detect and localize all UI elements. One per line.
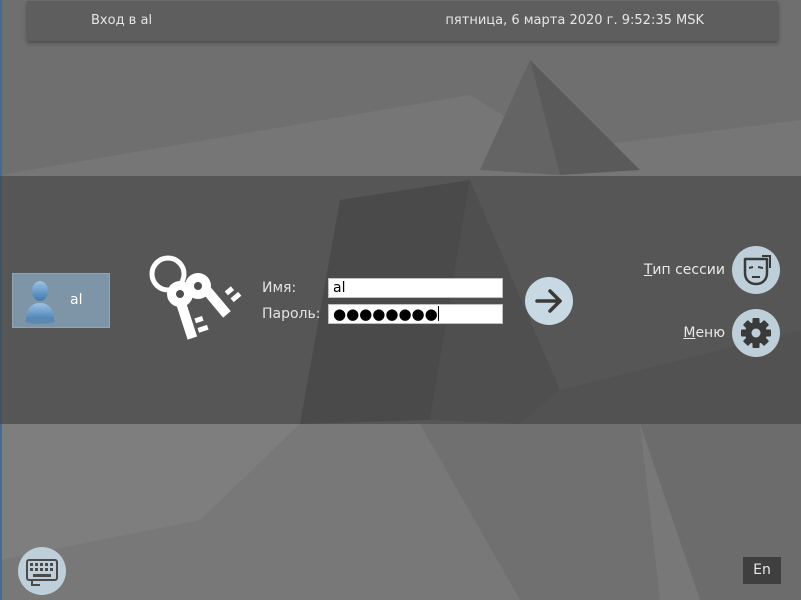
virtual-keyboard-button[interactable] — [18, 547, 66, 595]
mask-icon — [743, 255, 771, 286]
arrow-right-icon — [535, 289, 562, 313]
login-panel — [0, 176, 801, 424]
menu-link[interactable]: Меню — [683, 325, 725, 341]
password-label: Пароль: — [262, 306, 321, 322]
top-bar: Вход в al пятница, 6 марта 2020 г. 9:52:… — [27, 1, 778, 41]
password-mask: ●●●●●●●● — [333, 305, 438, 323]
login-title: Вход в al — [91, 13, 153, 28]
name-field[interactable]: al — [328, 278, 503, 298]
date-time: пятница, 6 марта 2020 г. 9:52:35 MSK — [445, 13, 704, 28]
session-type-label: ип сессии — [652, 262, 725, 278]
session-type-link[interactable]: Тип сессии — [644, 262, 725, 278]
keys-icon — [148, 252, 244, 356]
name-label: Имя: — [262, 280, 297, 296]
session-type-button[interactable] — [732, 246, 780, 294]
menu-button[interactable] — [732, 309, 780, 357]
user-card-al[interactable]: al — [12, 273, 110, 328]
user-avatar-icon — [22, 278, 58, 328]
keyboard-icon — [26, 559, 58, 586]
gear-icon — [741, 318, 771, 348]
keyboard-layout-indicator[interactable]: En — [743, 557, 781, 584]
password-field[interactable]: ●●●●●●●● — [328, 304, 503, 324]
menu-mnemonic: М — [683, 325, 696, 341]
text-caret — [437, 306, 439, 321]
user-name: al — [70, 292, 83, 308]
menu-label: еню — [695, 325, 725, 341]
login-button[interactable] — [525, 277, 573, 325]
